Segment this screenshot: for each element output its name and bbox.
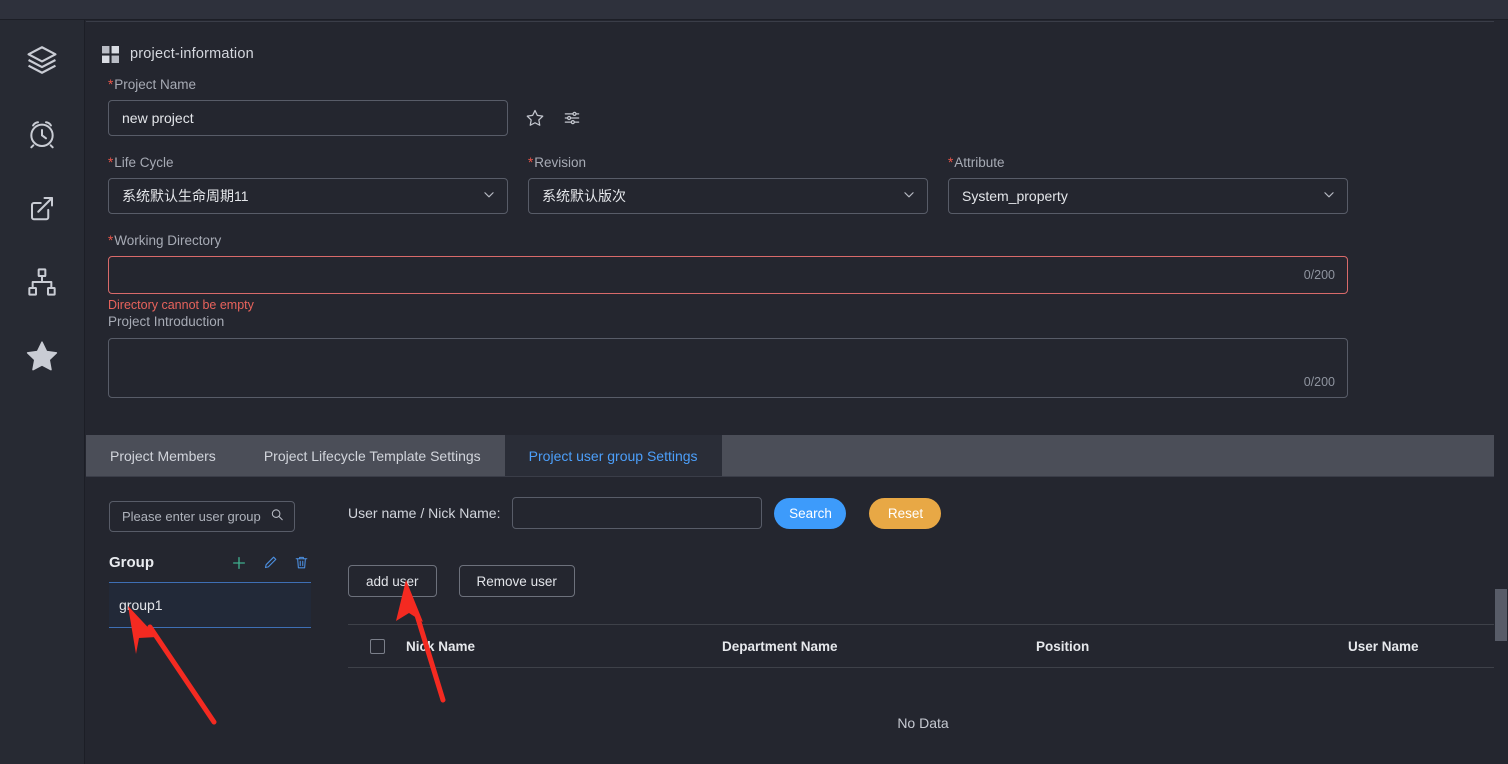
sitemap-icon — [26, 266, 58, 298]
user-search-label: User name / Nick Name: — [348, 505, 501, 521]
working-directory-counter: 0/200 — [1303, 268, 1335, 282]
attribute-select[interactable]: System_property — [948, 178, 1348, 214]
life-cycle-select[interactable]: 系统默认生命周期11 — [108, 178, 508, 214]
project-name-label: *Project Name — [108, 76, 1486, 93]
project-introduction-textarea[interactable]: 0/200 — [108, 338, 1348, 398]
required-marker: * — [948, 155, 954, 170]
star-filled-icon — [24, 338, 60, 374]
top-bar-divider — [0, 19, 1508, 20]
project-name-row — [108, 100, 1486, 136]
working-directory-label: *Working Directory — [108, 232, 1486, 249]
required-marker: * — [108, 233, 114, 248]
edit-group-icon[interactable] — [263, 555, 278, 570]
select-all-cell — [348, 638, 406, 654]
working-directory-error: Directory cannot be empty — [108, 298, 254, 312]
vertical-scrollbar-thumb[interactable] — [1495, 589, 1507, 641]
layers-icon — [25, 43, 59, 77]
group-list-item-group1[interactable]: group1 — [109, 582, 311, 628]
grid-icon — [102, 45, 119, 63]
revision-label-text: Revision — [534, 155, 587, 170]
add-user-button[interactable]: add user — [348, 565, 437, 597]
column-header-position[interactable]: Position — [1036, 639, 1348, 654]
column-header-department-name[interactable]: Department Name — [722, 639, 1036, 654]
panel-header: project-information — [86, 22, 1508, 70]
top-bar — [0, 0, 1508, 20]
attribute-label-text: Attribute — [954, 155, 1005, 170]
project-introduction-counter: 0/200 — [1303, 375, 1335, 389]
life-cycle-value: 系统默认生命周期11 — [122, 188, 249, 204]
chevron-down-icon — [1322, 188, 1336, 205]
project-introduction-label: Project Introduction — [108, 314, 225, 329]
life-cycle-label: *Life Cycle — [108, 154, 508, 171]
remove-user-button[interactable]: Remove user — [458, 565, 575, 597]
search-icon[interactable] — [270, 507, 284, 526]
vertical-scrollbar-track[interactable] — [1494, 21, 1508, 764]
add-group-icon[interactable] — [231, 555, 247, 571]
tab-panel: Please enter user group Group group1 Use… — [86, 477, 1508, 764]
working-directory-field: *Working Directory 0/200 Directory canno… — [108, 232, 1486, 313]
left-sidebar — [0, 20, 85, 764]
attributes-row: *Life Cycle 系统默认生命周期11 *Revision 系统默认版次 … — [108, 154, 1486, 214]
required-marker: * — [108, 155, 114, 170]
working-directory-input[interactable]: 0/200 — [108, 256, 1348, 294]
revision-field: *Revision 系统默认版次 — [528, 154, 928, 214]
sidebar-item-reminders[interactable] — [16, 108, 68, 160]
sliders-icon[interactable] — [562, 108, 582, 128]
tab-project-members[interactable]: Project Members — [86, 435, 240, 476]
attribute-value: System_property — [962, 188, 1068, 204]
revision-label: *Revision — [528, 154, 928, 171]
sidebar-item-layers[interactable] — [16, 34, 68, 86]
sidebar-item-share[interactable] — [16, 182, 68, 234]
tab-project-lifecycle-template-settings[interactable]: Project Lifecycle Template Settings — [240, 435, 505, 476]
sidebar-item-structure[interactable] — [16, 256, 68, 308]
chevron-down-icon — [482, 188, 496, 205]
required-marker: * — [528, 155, 534, 170]
user-action-buttons: add user Remove user — [348, 565, 1498, 597]
delete-group-icon[interactable] — [294, 555, 309, 570]
project-introduction-field: Project Introduction 0/200 — [108, 313, 1486, 398]
group-panel: Please enter user group Group group1 — [109, 501, 311, 628]
select-all-checkbox[interactable] — [369, 638, 385, 654]
sidebar-item-favorites[interactable] — [16, 330, 68, 382]
group-search-input[interactable]: Please enter user group — [109, 501, 295, 532]
revision-value: 系统默认版次 — [542, 188, 626, 204]
attribute-field: *Attribute System_property — [948, 154, 1348, 214]
reset-button[interactable]: Reset — [869, 497, 942, 529]
attribute-label: *Attribute — [948, 154, 1348, 171]
tab-project-user-group-settings[interactable]: Project user group Settings — [504, 435, 722, 476]
table-empty-state: No Data — [897, 715, 949, 731]
search-button[interactable]: Search — [774, 497, 847, 529]
project-name-input[interactable] — [108, 100, 508, 136]
page-title: project-information — [130, 46, 254, 62]
user-table: Nick Name Department Name Position User … — [348, 624, 1498, 764]
group-actions — [231, 555, 309, 571]
life-cycle-label-text: Life Cycle — [114, 155, 174, 170]
table-header-row: Nick Name Department Name Position User … — [348, 624, 1498, 668]
group-search-placeholder: Please enter user group — [122, 509, 261, 524]
user-search-row: User name / Nick Name: Search Reset — [348, 495, 1498, 531]
app-window: project-information *Project Name new pr… — [0, 0, 1508, 764]
user-search-input[interactable] — [512, 497, 763, 529]
group-header: Group — [109, 554, 311, 571]
life-cycle-field: *Life Cycle 系统默认生命周期11 — [108, 154, 508, 214]
star-outline-icon[interactable] — [525, 108, 545, 128]
column-header-user-name[interactable]: User Name — [1348, 639, 1498, 654]
project-name-label-text: Project Name — [114, 77, 197, 92]
column-header-nick-name[interactable]: Nick Name — [406, 639, 722, 654]
working-directory-label-text: Working Directory — [114, 233, 222, 248]
chevron-down-icon — [902, 188, 916, 205]
tab-bar: Project Members Project Lifecycle Templa… — [86, 435, 1508, 477]
revision-select[interactable]: 系统默认版次 — [528, 178, 928, 214]
user-panel: User name / Nick Name: Search Reset add … — [348, 495, 1498, 764]
main-content: project-information *Project Name new pr… — [86, 21, 1508, 764]
group-title: Group — [109, 554, 154, 571]
group-list: group1 — [109, 582, 311, 628]
required-marker: * — [108, 77, 114, 92]
alarm-clock-icon — [26, 118, 58, 150]
share-export-icon — [27, 193, 57, 223]
project-form: *Project Name new project *Life Cycle 系统… — [86, 70, 1508, 398]
